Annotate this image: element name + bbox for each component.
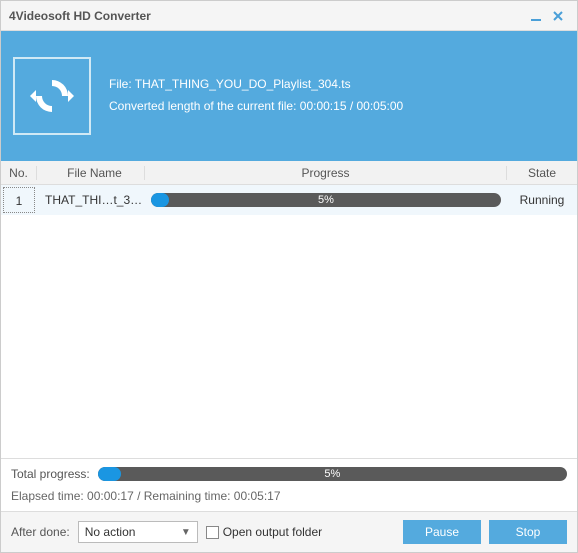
- converted-length-label: Converted length of the current file: 00…: [109, 96, 403, 118]
- app-window: 4Videosoft HD Converter File: THAT_THING…: [0, 0, 578, 553]
- cell-no: 1: [3, 187, 35, 213]
- table-header: No. File Name Progress State: [1, 161, 577, 185]
- after-done-value: No action: [85, 525, 181, 539]
- total-progress-bar: 5%: [98, 467, 567, 481]
- minimize-button[interactable]: [525, 5, 547, 27]
- footer-panel: Total progress: 5% Elapsed time: 00:00:1…: [1, 458, 577, 511]
- close-button[interactable]: [547, 5, 569, 27]
- col-header-state: State: [507, 166, 577, 180]
- table-body: 1 THAT_THI…t_304.ts 5% Running: [1, 185, 577, 458]
- refresh-icon: [28, 72, 76, 120]
- col-header-filename: File Name: [37, 166, 145, 180]
- col-header-no: No.: [1, 166, 37, 180]
- cell-progress: 5%: [145, 193, 507, 207]
- cell-state: Running: [507, 193, 577, 207]
- open-output-folder-checkbox[interactable]: Open output folder: [206, 525, 322, 539]
- elapsed-time-label: Elapsed time: 00:00:17 / Remaining time:…: [11, 489, 567, 503]
- current-file-label: File: THAT_THING_YOU_DO_Playlist_304.ts: [109, 74, 403, 96]
- col-header-progress: Progress: [145, 166, 507, 180]
- open-output-folder-label: Open output folder: [223, 525, 322, 539]
- file-info: File: THAT_THING_YOU_DO_Playlist_304.ts …: [109, 74, 403, 117]
- total-progress-text: 5%: [98, 467, 567, 481]
- window-title: 4Videosoft HD Converter: [9, 9, 525, 23]
- after-done-select[interactable]: No action ▼: [78, 521, 198, 543]
- after-done-label: After done:: [11, 525, 70, 539]
- convert-icon-box: [13, 57, 91, 135]
- table-row[interactable]: 1 THAT_THI…t_304.ts 5% Running: [1, 185, 577, 215]
- total-progress-row: Total progress: 5%: [11, 467, 567, 481]
- action-bar: After done: No action ▼ Open output fold…: [1, 511, 577, 552]
- stop-button[interactable]: Stop: [489, 520, 567, 544]
- chevron-down-icon: ▼: [181, 527, 191, 538]
- pause-button[interactable]: Pause: [403, 520, 481, 544]
- titlebar: 4Videosoft HD Converter: [1, 1, 577, 31]
- row-progress-text: 5%: [151, 193, 501, 207]
- header-panel: File: THAT_THING_YOU_DO_Playlist_304.ts …: [1, 31, 577, 161]
- cell-filename: THAT_THI…t_304.ts: [37, 193, 145, 207]
- checkbox-box: [206, 526, 219, 539]
- row-progress-bar: 5%: [151, 193, 501, 207]
- total-progress-label: Total progress:: [11, 467, 90, 481]
